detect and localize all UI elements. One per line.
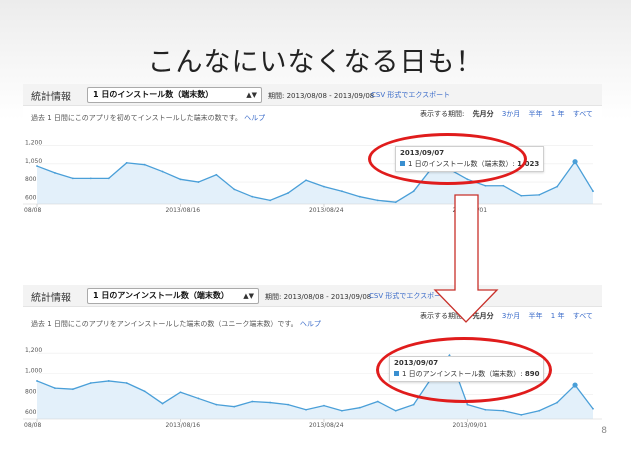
highlight-ellipse — [368, 133, 527, 185]
data-point — [89, 382, 92, 384]
data-point — [394, 201, 397, 204]
data-point — [394, 409, 397, 412]
data-point — [233, 188, 236, 191]
y-tick-label: 800 — [25, 388, 37, 395]
data-point — [54, 172, 56, 174]
page-number: 8 — [601, 426, 607, 436]
data-point — [287, 403, 289, 406]
data-point — [376, 400, 379, 403]
x-tick-label: 2013/08/16 — [165, 207, 200, 212]
x-tick-label: 08/08 — [24, 422, 41, 428]
data-point — [305, 408, 307, 411]
data-point — [161, 170, 164, 173]
y-tick-label: 600 — [25, 409, 37, 416]
data-point — [143, 390, 146, 393]
data-point — [323, 404, 325, 407]
x-tick-label: 08/08 — [24, 207, 41, 212]
data-point — [71, 177, 74, 180]
data-point — [125, 161, 128, 164]
y-tick-label: 800 — [25, 176, 37, 183]
x-tick-label: 2013/08/24 — [309, 422, 344, 428]
y-tick-label: 600 — [25, 194, 37, 201]
data-point — [376, 199, 379, 202]
data-point — [197, 397, 200, 400]
highlight-ellipse — [376, 337, 552, 403]
data-point — [215, 173, 218, 176]
data-point — [538, 409, 541, 412]
data-point — [341, 190, 343, 193]
data-point — [538, 193, 541, 196]
data-point — [572, 159, 578, 165]
data-point — [54, 387, 56, 390]
data-point — [484, 184, 487, 187]
data-point — [197, 181, 200, 183]
data-point — [215, 403, 218, 406]
data-point — [502, 409, 505, 412]
data-point — [161, 402, 164, 405]
x-tick-label: 2013/09/01 — [452, 422, 487, 428]
data-point — [484, 408, 487, 411]
data-point — [556, 185, 559, 188]
x-tick-label: 2013/08/24 — [309, 207, 344, 212]
data-point — [179, 391, 182, 394]
data-point — [125, 382, 128, 384]
data-point — [143, 163, 146, 166]
data-point — [233, 405, 236, 408]
y-tick-label: 1,200 — [25, 139, 42, 146]
data-point — [592, 407, 594, 410]
data-point — [323, 185, 325, 188]
data-point — [592, 190, 594, 193]
data-point — [520, 194, 523, 197]
data-point — [412, 190, 415, 193]
y-tick-label: 1,200 — [25, 347, 42, 354]
x-tick-label: 2013/08/16 — [165, 422, 200, 428]
data-point — [251, 400, 254, 403]
data-point — [412, 403, 415, 406]
data-point — [269, 401, 272, 404]
data-point — [556, 401, 559, 404]
data-point — [36, 165, 38, 167]
data-point — [502, 184, 505, 187]
data-point — [572, 382, 578, 388]
y-tick-label: 1,000 — [25, 368, 42, 375]
data-point — [520, 413, 523, 416]
data-point — [36, 380, 38, 382]
data-point — [358, 406, 361, 409]
data-point — [179, 178, 182, 181]
data-point — [107, 380, 110, 382]
data-point — [71, 388, 74, 391]
data-point — [466, 403, 469, 406]
data-point — [305, 179, 307, 182]
data-point — [287, 192, 289, 194]
data-point — [269, 199, 272, 202]
data-point — [341, 409, 343, 412]
y-tick-label: 1,050 — [25, 158, 42, 165]
x-tick-label: 2013/09/01 — [452, 207, 487, 212]
data-point — [89, 177, 92, 180]
slide-title: こんなにいなくなる日も！ — [147, 47, 484, 78]
data-point — [358, 195, 361, 198]
data-point — [251, 195, 254, 198]
data-point — [107, 177, 110, 180]
